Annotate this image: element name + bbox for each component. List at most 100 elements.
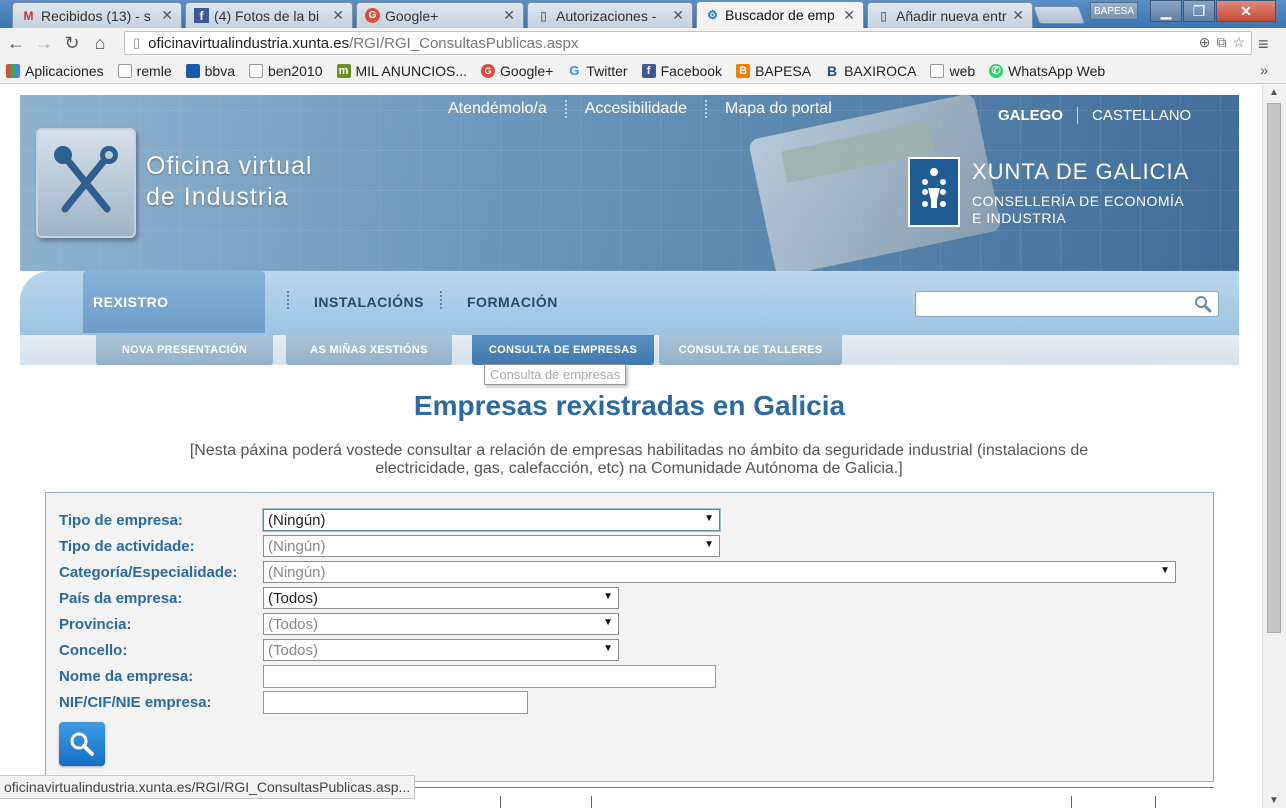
bookmark-whatsapp[interactable]: ✆ WhatsApp Web [989, 63, 1105, 79]
bookmark-web[interactable]: web [930, 63, 975, 79]
site-search-input[interactable] [915, 291, 1219, 317]
zoom-icon[interactable]: ⊕ [1199, 34, 1211, 51]
dropdown-arrow-icon: ▼ [1160, 565, 1170, 576]
link-atendemolo[interactable]: Atendémolo/a [430, 100, 567, 118]
scroll-down-icon[interactable]: ▼ [1269, 795, 1279, 806]
header-banner: Oficina virtual de Industria Atendémolo/… [20, 92, 1239, 278]
page-icon: ▯ [880, 8, 887, 23]
browser-tab-facebook[interactable]: f (4) Fotos de la bi ✕ [185, 2, 353, 28]
url-path: /RGI/RGI_ConsultasPublicas.aspx [349, 34, 579, 52]
label-tipo-empresa: Tipo de empresa: [59, 511, 183, 529]
close-tab-icon[interactable]: ✕ [503, 7, 515, 24]
subnav-consulta-talleres[interactable]: CONSULTA DE TALLERES [659, 335, 842, 365]
bookmark-bapesa[interactable]: B BAPESA [736, 63, 811, 79]
lang-castellano[interactable]: CASTELLANO [1092, 107, 1205, 124]
tab-title: (4) Fotos de la bi [214, 7, 320, 24]
bookmark-ben2010[interactable]: ben2010 [248, 63, 323, 79]
nav-formacion[interactable]: FORMACIÓN [467, 271, 558, 333]
bookmark-label: bbva [204, 62, 235, 79]
select-categoria[interactable]: (Ningún) ▼ [263, 561, 1176, 583]
new-tab-button[interactable] [1032, 6, 1086, 24]
language-switcher: GALEGO CASTELLANO [998, 107, 1219, 124]
xunta-dept-line2: E INDUSTRIA [972, 210, 1067, 226]
bookmark-aplicaciones[interactable]: Aplicaciones [6, 63, 104, 79]
page-description: [Nesta páxina poderá vostede consultar a… [189, 442, 1089, 477]
label-tipo-actividade: Tipo de actividade: [59, 537, 195, 555]
menu-icon[interactable]: ≡ [1258, 34, 1269, 55]
status-bar-url: oficinavirtualindustria.xunta.es/RGI/RGI… [0, 775, 416, 799]
home-icon[interactable]: ⌂ [86, 29, 114, 57]
input-nome-empresa[interactable] [263, 664, 716, 688]
close-tab-icon[interactable]: ✕ [332, 7, 344, 24]
forward-arrow-icon[interactable]: → [30, 29, 58, 57]
lang-galego[interactable]: GALEGO [998, 107, 1079, 124]
search-button[interactable] [59, 722, 105, 766]
input-nif[interactable] [263, 690, 528, 714]
browser-tab-anadir[interactable]: ▯ Añadir nueva entr ✕ [867, 2, 1033, 28]
close-tab-icon[interactable]: ✕ [672, 7, 684, 24]
search-icon [70, 732, 94, 756]
bookmark-label: remle [136, 62, 172, 79]
nav-separator [287, 291, 289, 309]
xunta-icon: ⚙ [707, 8, 718, 22]
browser-tab-bar: M Recibidos (13) - s ✕ f (4) Fotos de la… [0, 0, 1286, 28]
site-title-line1: Oficina virtual [146, 152, 313, 180]
tools-logo-icon[interactable] [36, 128, 136, 238]
bookmark-label: Google+ [500, 62, 554, 79]
browser-tab-gmail[interactable]: M Recibidos (13) - s ✕ [12, 2, 182, 28]
bookmark-facebook[interactable]: f Facebook [641, 63, 722, 79]
dropdown-arrow-icon: ▼ [603, 643, 613, 654]
select-pais[interactable]: (Todos) ▼ [263, 587, 619, 609]
search-icon[interactable] [1194, 295, 1212, 316]
select-concello[interactable]: (Todos) ▼ [263, 639, 619, 661]
blogger-icon: B [736, 63, 751, 78]
close-tab-icon[interactable]: ✕ [843, 7, 855, 24]
site-title[interactable]: Oficina virtual de Industria [146, 151, 312, 213]
table-column-divider [591, 796, 592, 808]
translate-icon[interactable]: ⧉ [1216, 34, 1226, 51]
bookmark-google-plus[interactable]: G Google+ [481, 63, 553, 79]
browser-tab-autorizaciones[interactable]: ▯ Autorizaciones - ✕ [527, 2, 693, 28]
select-tipo-empresa[interactable]: (Ningún) ▼ [263, 509, 720, 531]
minimize-button[interactable]: ▁ [1150, 0, 1182, 22]
select-tipo-actividade[interactable]: (Ningún) ▼ [263, 535, 720, 557]
bookmark-baxiroca[interactable]: B BAXIROCA [825, 63, 916, 79]
link-accesibilidade[interactable]: Accesibilidade [567, 100, 708, 118]
bookmark-label: MIL ANUNCIOS... [355, 62, 468, 79]
scrollbar-thumb[interactable] [1267, 103, 1281, 633]
xunta-department: CONSELLERÍA DE ECONOMÍA E INDUSTRIA [972, 193, 1184, 227]
browser-tab-google-plus[interactable]: G Google+ ✕ [356, 2, 524, 28]
nav-instalacions[interactable]: INSTALACIÓNS [314, 271, 424, 333]
close-window-button[interactable]: ✕ [1216, 0, 1276, 22]
select-provincia[interactable]: (Todos) ▼ [263, 613, 619, 635]
browser-tab-buscador[interactable]: ⚙ Buscador de emp ✕ [696, 1, 864, 28]
xunta-logo[interactable]: XUNTA DE GALICIA CONSELLERÍA DE ECONOMÍA… [908, 157, 1228, 229]
tab-title: Recibidos (13) - s [41, 7, 151, 24]
close-tab-icon[interactable]: ✕ [1012, 7, 1024, 24]
nav-rexistro[interactable]: REXISTRO [83, 271, 265, 333]
more-bookmarks-icon[interactable]: » [1260, 62, 1268, 78]
select-value: (Todos) [268, 641, 319, 659]
bookmark-twitter[interactable]: G Twitter [567, 63, 627, 79]
link-mapa-portal[interactable]: Mapa do portal [707, 100, 850, 118]
bookmark-milanuncios[interactable]: m MIL ANUNCIOS... [336, 62, 468, 79]
back-arrow-icon[interactable]: ← [2, 29, 30, 57]
subnav-nova-presentacion[interactable]: NOVA PRESENTACIÓN [96, 335, 273, 365]
google-icon: G [569, 63, 580, 78]
subnav-minas-xestions[interactable]: AS MIÑAS XESTIÓNS [286, 335, 452, 365]
scroll-up-icon[interactable]: ▲ [1269, 87, 1279, 98]
bookmark-bbva[interactable]: bbva [185, 62, 235, 79]
close-tab-icon[interactable]: ✕ [161, 7, 173, 24]
maximize-button[interactable]: ❐ [1183, 0, 1215, 22]
milanuncios-icon: m [336, 63, 351, 78]
subnav-consulta-empresas[interactable]: CONSULTA DE EMPRESAS [472, 335, 654, 365]
browser-toolbar: ← → ↻ ⌂ ▯ oficinavirtualindustria.xunta.… [0, 28, 1286, 58]
star-icon[interactable]: ☆ [1232, 34, 1245, 51]
bookmark-remle[interactable]: remle [117, 62, 172, 79]
profile-badge[interactable]: BAPESA [1090, 2, 1138, 20]
reload-icon[interactable]: ↻ [58, 29, 86, 57]
label-provincia: Provincia: [59, 615, 132, 633]
page-scrollbar[interactable]: ▲ ▼ [1262, 85, 1286, 808]
page-title: Empresas rexistradas en Galicia [413, 390, 846, 421]
address-bar[interactable]: ▯ oficinavirtualindustria.xunta.es/RGI/R… [124, 31, 1252, 55]
